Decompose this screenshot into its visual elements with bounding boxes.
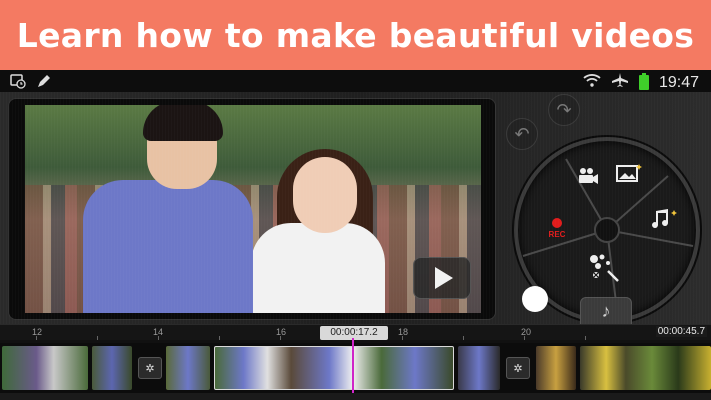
video-clip[interactable]	[580, 346, 711, 390]
clip-track[interactable]: ✲ ✲	[0, 343, 711, 393]
status-bar: 19:47	[0, 70, 711, 92]
play-button[interactable]	[413, 257, 471, 299]
ruler-tick	[36, 336, 37, 340]
ruler-tick	[402, 336, 403, 340]
battery-icon	[638, 73, 649, 90]
status-time: 19:47	[658, 73, 699, 91]
video-clip-selected[interactable]	[214, 346, 454, 390]
ruler-tick	[463, 336, 464, 340]
bottom-bar	[0, 393, 711, 400]
ruler-tick	[585, 336, 586, 340]
play-icon	[435, 267, 453, 289]
transition-icon[interactable]: ✲	[506, 357, 530, 379]
video-clip[interactable]	[458, 346, 500, 390]
ruler-tick-label: 16	[276, 327, 287, 337]
ruler-tick-label: 18	[398, 327, 409, 337]
ruler-tick	[158, 336, 159, 340]
preview-figure-man	[83, 180, 253, 313]
video-clip[interactable]	[166, 346, 210, 390]
preview-figure-woman	[251, 223, 385, 313]
alarm-clock-icon	[10, 73, 26, 94]
video-preview[interactable]	[25, 105, 481, 313]
preview-frame	[8, 98, 496, 320]
ruler-tick	[97, 336, 98, 340]
audio-track-tab[interactable]: ♪	[580, 297, 632, 325]
preview-figure-woman-face	[293, 157, 357, 233]
ruler-tick	[280, 336, 281, 340]
video-clip[interactable]	[536, 346, 576, 390]
capture-dot[interactable]	[522, 286, 548, 312]
redo-icon: ↷	[556, 99, 572, 120]
video-clip[interactable]	[92, 346, 132, 390]
video-clip[interactable]	[2, 346, 88, 390]
app-root: Learn how to make beautiful videos 19:47	[0, 0, 711, 400]
ruler-tick-label: 12	[32, 327, 43, 337]
current-time: 00:00:17.2	[320, 326, 388, 340]
wifi-icon	[583, 73, 601, 92]
music-note-icon: ♪	[601, 300, 611, 321]
total-time: 00:00:45.7	[655, 326, 707, 337]
editor-main: ↷ ↶ REC ♪	[0, 92, 711, 325]
playhead[interactable]	[352, 338, 354, 400]
banner-title: Learn how to make beautiful videos	[16, 15, 695, 55]
ruler-tick	[219, 336, 220, 340]
ruler-tick	[524, 336, 525, 340]
ruler-tick-label: 20	[521, 327, 532, 337]
airplane-icon	[611, 72, 629, 93]
dial-center-button[interactable]	[594, 217, 620, 243]
pencil-icon	[36, 73, 52, 94]
redo-button[interactable]: ↷	[548, 94, 580, 126]
preview-figure-man-hair	[143, 105, 223, 141]
promo-banner: Learn how to make beautiful videos	[0, 0, 711, 70]
rec-label: REC	[549, 230, 566, 239]
transition-icon[interactable]: ✲	[138, 357, 162, 379]
